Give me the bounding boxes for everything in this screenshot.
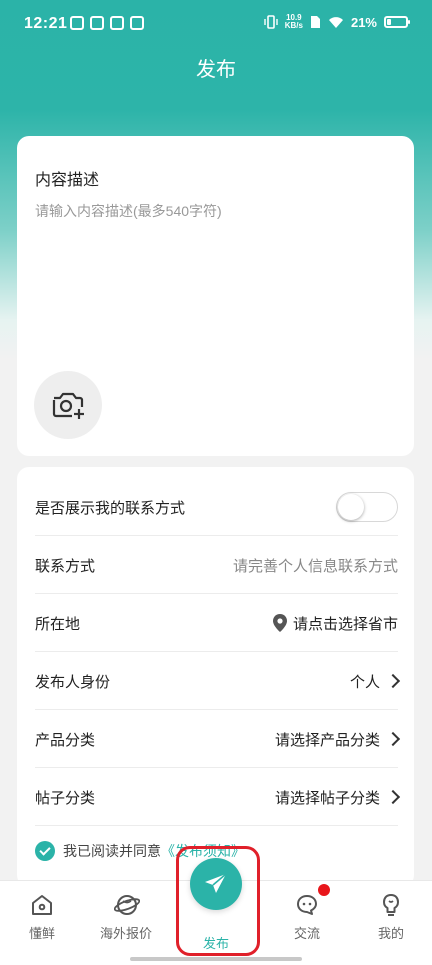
wifi-icon	[328, 16, 343, 28]
sim-icon	[310, 16, 320, 28]
agreement-link[interactable]: 《发布须知》	[161, 841, 245, 861]
row-label: 产品分类	[35, 731, 96, 749]
row-label: 联系方式	[35, 557, 96, 575]
paper-plane-icon	[205, 873, 227, 893]
nav-item-chat[interactable]: 交流	[265, 893, 349, 942]
post-category-row[interactable]: 帖子分类 请选择帖子分类	[35, 769, 401, 826]
description-input[interactable]	[35, 201, 395, 351]
profile-icon	[379, 893, 403, 917]
nav-item-overseas-quotes[interactable]: 海外报价	[84, 893, 168, 942]
calendar-icon	[130, 16, 144, 30]
description-card: 内容描述	[17, 136, 414, 456]
nav-label: 海外报价	[99, 926, 152, 941]
location-row[interactable]: 所在地 请点击选择省市	[35, 595, 398, 652]
location-pin-icon	[272, 614, 287, 632]
chat-unread-badge	[318, 884, 330, 896]
nav-label: 懂鲜	[28, 926, 55, 941]
location-value: 请点击选择省市	[292, 615, 398, 633]
identity-value-wrap: 个人	[349, 671, 401, 692]
row-label: 帖子分类	[35, 789, 96, 807]
status-time: 12:21	[24, 15, 68, 32]
publish-options-card: 是否展示我的联系方式 联系方式 请完善个人信息联系方式 所在地 请点击选择省市 …	[17, 467, 414, 887]
nav-item-home[interactable]: 懂鲜	[0, 893, 84, 942]
publish-button[interactable]	[190, 858, 242, 910]
contact-value: 请完善个人信息联系方式	[232, 557, 398, 575]
vibrate-icon	[264, 15, 278, 29]
agreement-checkbox[interactable]	[35, 841, 55, 861]
nav-label: 我的	[377, 926, 404, 941]
app-notification-icon	[70, 16, 84, 30]
chat-icon	[295, 893, 319, 917]
agreement-text: 我已阅读并同意	[63, 843, 161, 859]
nav-item-profile[interactable]: 我的	[349, 893, 432, 942]
battery-percent: 21%	[350, 14, 377, 30]
show-contact-toggle[interactable]	[336, 492, 398, 522]
row-label: 发布人身份	[35, 673, 111, 691]
page-title: 发布	[196, 59, 236, 81]
wechat-icon	[110, 16, 124, 30]
chevron-right-icon	[385, 673, 401, 689]
row-label: 所在地	[35, 615, 81, 633]
nav-label: 发布	[202, 936, 229, 951]
post-category-value: 请选择帖子分类	[274, 789, 380, 807]
contact-row[interactable]: 联系方式 请完善个人信息联系方式	[35, 537, 398, 594]
publisher-identity-row[interactable]: 发布人身份 个人	[35, 653, 401, 710]
toggle-knob	[338, 494, 364, 520]
nav-label: 交流	[293, 926, 320, 941]
row-label: 是否展示我的联系方式	[35, 499, 186, 517]
identity-value: 个人	[349, 673, 380, 691]
chevron-right-icon	[385, 789, 401, 805]
home-indicator[interactable]	[130, 957, 302, 961]
app-notification-icon	[90, 16, 104, 30]
notification-icons	[70, 16, 144, 30]
show-contact-row: 是否展示我的联系方式	[35, 479, 398, 536]
description-title: 内容描述	[35, 172, 100, 189]
post-category-value-wrap: 请选择帖子分类	[274, 787, 401, 808]
product-category-value: 请选择产品分类	[274, 731, 380, 749]
product-category-value-wrap: 请选择产品分类	[274, 729, 401, 750]
status-right: 10.9 KB/s 21%	[264, 13, 410, 30]
camera-add-icon	[52, 392, 84, 419]
location-value-wrap: 请点击选择省市	[272, 613, 398, 634]
battery-level	[387, 19, 391, 25]
net-speed: 10.9 KB/s	[284, 13, 303, 30]
status-bar: 12:21 10.9 KB/s 21%	[0, 0, 432, 52]
chevron-right-icon	[385, 731, 401, 747]
add-photo-button[interactable]	[34, 371, 102, 439]
battery-icon	[384, 16, 410, 28]
product-category-row[interactable]: 产品分类 请选择产品分类	[35, 711, 401, 768]
globe-icon	[113, 893, 141, 917]
home-icon	[30, 893, 54, 917]
